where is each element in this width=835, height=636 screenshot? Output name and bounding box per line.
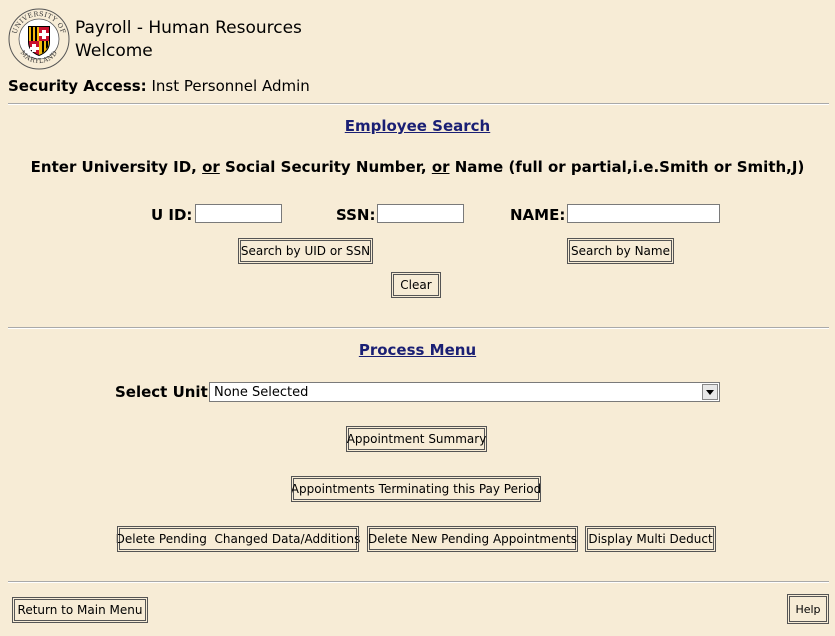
instr-or-1: or [202, 158, 220, 176]
display-multi-deduct-button[interactable]: Display Multi Deduct [585, 526, 716, 552]
select-unit-value: None Selected [214, 384, 309, 400]
app-title-block: Payroll - Human Resources Welcome [75, 17, 302, 63]
uid-input[interactable] [195, 204, 282, 223]
process-menu-title[interactable]: Process Menu [0, 341, 835, 359]
app-title: Payroll - Human Resources [75, 18, 302, 38]
appointments-terminating-button[interactable]: Appointments Terminating this Pay Period [291, 476, 541, 502]
ssn-label: SSN: [336, 206, 376, 224]
clear-button[interactable]: Clear [391, 272, 441, 298]
appointment-summary-button[interactable]: Appointment Summary [346, 426, 487, 452]
university-seal-logo: UNIVERSITY OF MARYLAND [8, 8, 70, 70]
chevron-down-icon[interactable] [702, 384, 718, 400]
instr-part-2: Social Security Number, [219, 158, 432, 176]
divider-top [8, 103, 829, 105]
security-access: Security Access: Inst Personnel Admin [8, 77, 310, 95]
select-unit-dropdown[interactable]: None Selected [209, 382, 720, 402]
page: UNIVERSITY OF MARYLAND Payroll - Human R… [0, 0, 835, 636]
welcome-text: Welcome [75, 41, 153, 61]
security-access-value: Inst Personnel Admin [151, 77, 310, 95]
uid-label: U ID: [151, 206, 193, 224]
return-to-main-menu-button[interactable]: Return to Main Menu [12, 597, 148, 623]
name-label: NAME: [510, 206, 566, 224]
ssn-input[interactable] [377, 204, 464, 223]
search-by-name-button[interactable]: Search by Name [567, 238, 674, 264]
help-button[interactable]: Help [787, 594, 829, 624]
search-by-uid-ssn-button[interactable]: Search by UID or SSN [238, 238, 373, 264]
delete-new-pending-appointments-button[interactable]: Delete New Pending Appointments [367, 526, 578, 552]
name-input[interactable] [567, 204, 720, 223]
instr-part-3: Name (full or partial,i.e.Smith or Smith… [449, 158, 805, 176]
instr-or-2: or [431, 158, 450, 176]
employee-search-title[interactable]: Employee Search [0, 117, 835, 135]
divider-bottom [8, 581, 829, 583]
divider-middle [8, 327, 829, 329]
search-instructions: Enter University ID, or Social Security … [0, 158, 835, 176]
instr-part-1: Enter University ID, [30, 158, 203, 176]
delete-pending-changed-data-button[interactable]: Delete Pending Changed Data/Additions [116, 526, 360, 552]
select-unit-label: Select Unit: [115, 383, 214, 401]
security-access-label: Security Access: [8, 77, 147, 95]
